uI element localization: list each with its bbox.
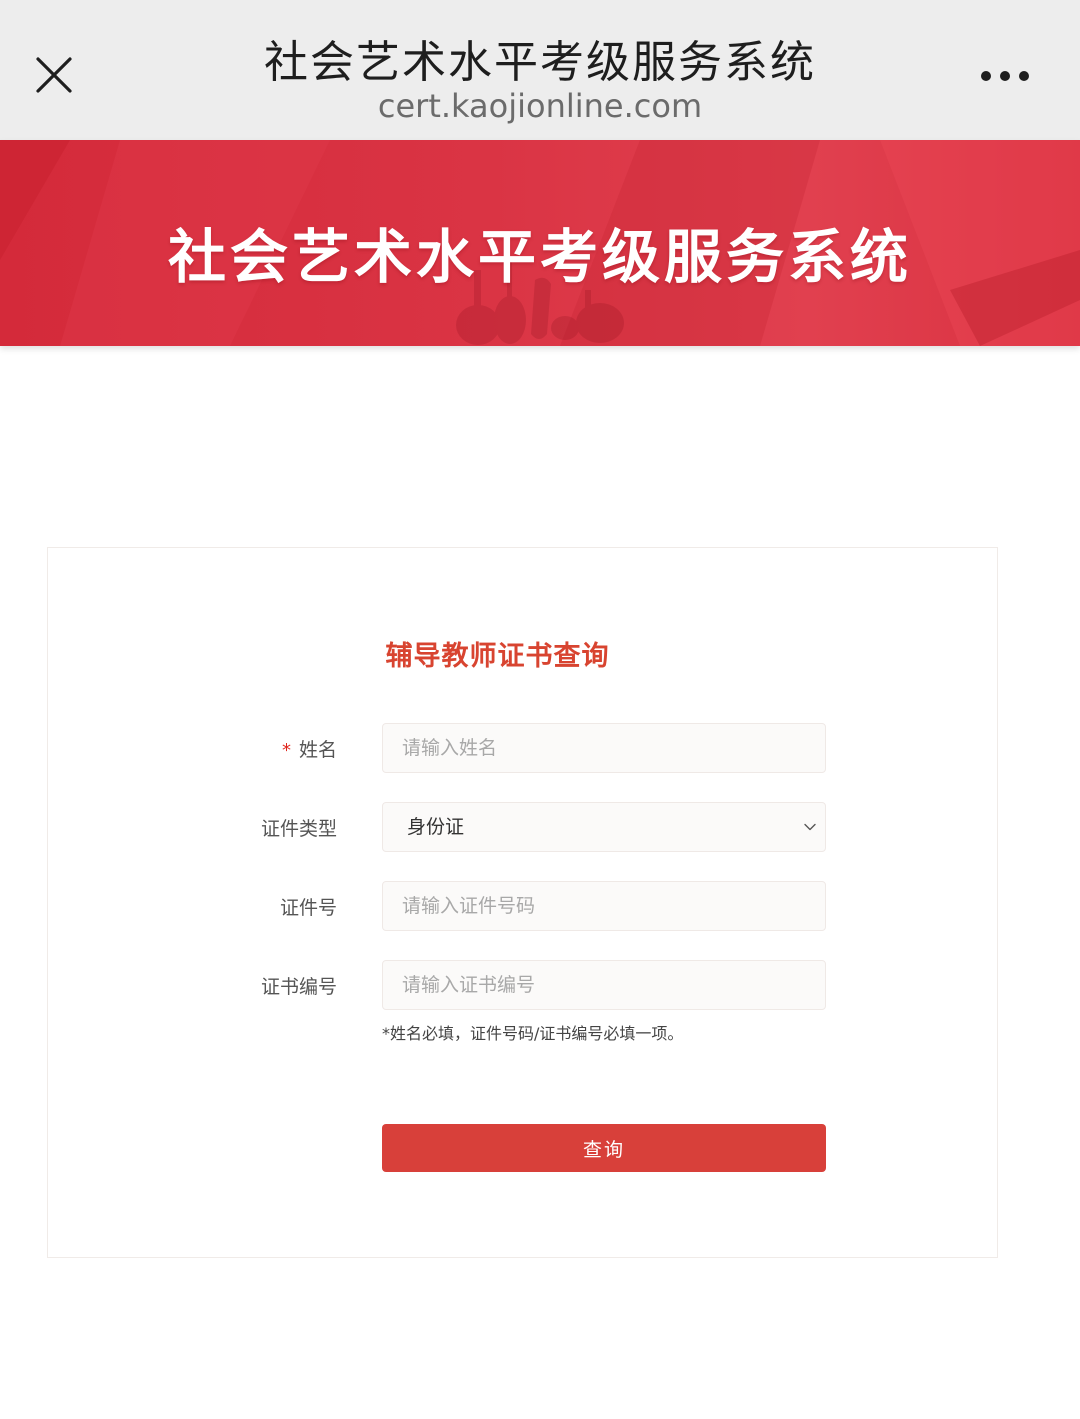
name-input[interactable]	[382, 723, 826, 773]
id-type-select[interactable]: 身份证	[382, 802, 826, 852]
certificate-query-card: 辅导教师证书查询 * 姓名 证件类型 身份证 证件号 证书编号 *姓名必填，证件号…	[47, 547, 998, 1258]
required-mark: *	[281, 740, 291, 761]
name-label: * 姓名	[282, 735, 337, 762]
query-button[interactable]: 查询	[382, 1124, 826, 1172]
form-hint: *姓名必填，证件号码/证书编号必填一项。	[382, 1024, 684, 1043]
name-label-text: 姓名	[298, 739, 337, 761]
banner: 社会艺术水平考级服务系统	[0, 140, 1080, 346]
form-title: 辅导教师证书查询	[48, 634, 999, 673]
page-url: cert.kaojionline.com	[377, 87, 703, 125]
browser-top-bar: 社会艺术水平考级服务系统 cert.kaojionline.com	[0, 0, 1080, 140]
chevron-down-icon	[804, 823, 816, 831]
banner-title: 社会艺术水平考级服务系统	[167, 223, 912, 291]
more-icon[interactable]	[972, 60, 1036, 92]
page-title: 社会艺术水平考级服务系统	[264, 37, 816, 88]
id-type-label: 证件类型	[260, 818, 337, 840]
id-number-label: 证件号	[279, 897, 337, 919]
certificate-number-input[interactable]	[382, 960, 826, 1010]
id-number-input[interactable]	[382, 881, 826, 931]
form-title-text: 辅导教师证书查询	[385, 641, 610, 672]
id-type-selected-value: 身份证	[407, 816, 465, 838]
certificate-number-label: 证书编号	[260, 976, 337, 998]
